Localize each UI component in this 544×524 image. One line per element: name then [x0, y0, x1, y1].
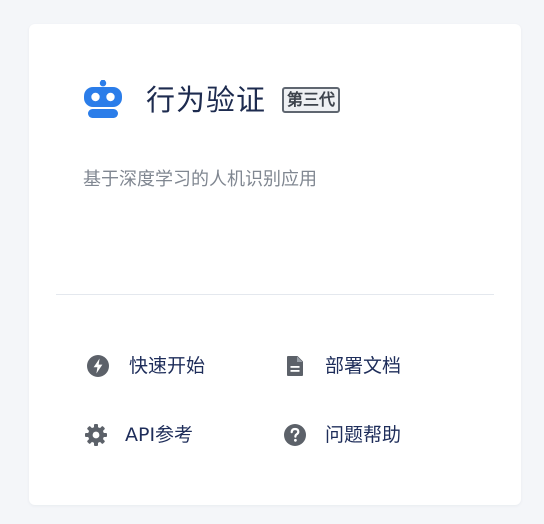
api-reference-link[interactable]: API参考 — [84, 420, 193, 450]
section-divider — [56, 294, 494, 295]
quick-start-link[interactable]: 快速开始 — [86, 351, 205, 381]
version-badge: 第三代 — [282, 87, 341, 113]
product-description: 基于深度学习的人机识别应用 — [83, 169, 317, 190]
api-reference-label: API参考 — [125, 424, 194, 446]
help-link[interactable]: 问题帮助 — [283, 420, 401, 450]
help-label: 问题帮助 — [325, 424, 402, 446]
lightning-bolt-icon — [86, 354, 110, 378]
document-icon — [283, 354, 307, 378]
card-header: 行为验证 第三代 — [83, 80, 341, 120]
question-circle-icon — [283, 423, 307, 447]
product-card: 行为验证 第三代 基于深度学习的人机识别应用 快速开始 部署文档 API参考 问… — [29, 24, 521, 505]
page-title: 行为验证 — [146, 83, 267, 117]
robot-icon — [84, 80, 122, 118]
deployment-docs-link[interactable]: 部署文档 — [283, 351, 401, 381]
quick-start-label: 快速开始 — [129, 355, 206, 377]
gear-icon — [84, 423, 108, 447]
deployment-docs-label: 部署文档 — [325, 355, 402, 377]
